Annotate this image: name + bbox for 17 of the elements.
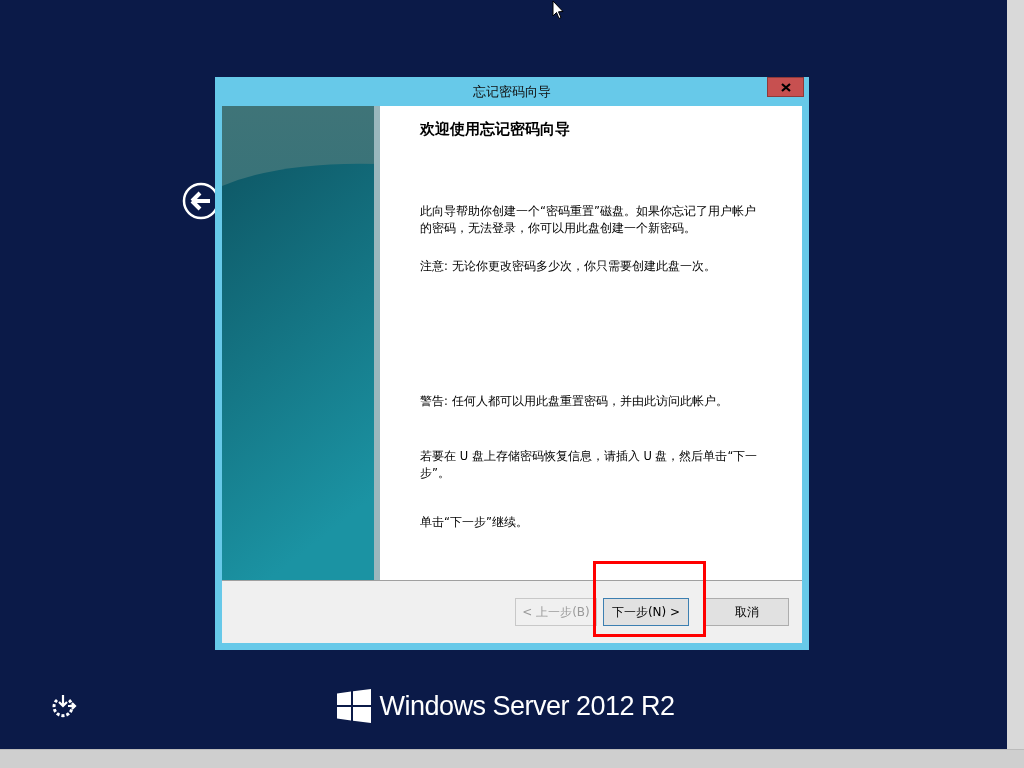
close-icon <box>780 82 791 92</box>
product-name: Windows Server 2012 R2 <box>379 690 675 722</box>
wizard-button[interactable]: 下一步(N) > <box>603 598 689 626</box>
paragraph: 注意: 无论你更改密码多少次，你只需要创建此盘一次。 <box>420 258 717 275</box>
windows-logo-icon <box>337 689 372 723</box>
paragraph: 单击“下一步”继续。 <box>420 514 529 531</box>
paragraph: 警告: 任何人都可以用此盘重置密码，并由此访问此帐户。 <box>420 393 729 410</box>
vertical-scrollbar[interactable] <box>1007 0 1024 749</box>
close-button[interactable] <box>767 77 804 97</box>
wizard-heading: 欢迎使用忘记密码向导 <box>420 120 571 139</box>
wizard-button[interactable]: 取消 <box>704 598 789 626</box>
mouse-cursor-icon <box>552 0 564 20</box>
ease-of-access-icon[interactable] <box>51 694 77 718</box>
window-title: 忘记密码向导 <box>473 82 551 101</box>
horizontal-scrollbar[interactable] <box>0 749 1024 768</box>
paragraph: 若要在 U 盘上存储密码恢复信息，请插入 U 盘，然后单击“下一步”。 <box>420 448 759 482</box>
paragraph: 此向导帮助你创建一个“密码重置”磁盘。如果你忘记了用户帐户的密码，无法登录，你可以用此盘创建一个新密码。 <box>420 203 757 237</box>
